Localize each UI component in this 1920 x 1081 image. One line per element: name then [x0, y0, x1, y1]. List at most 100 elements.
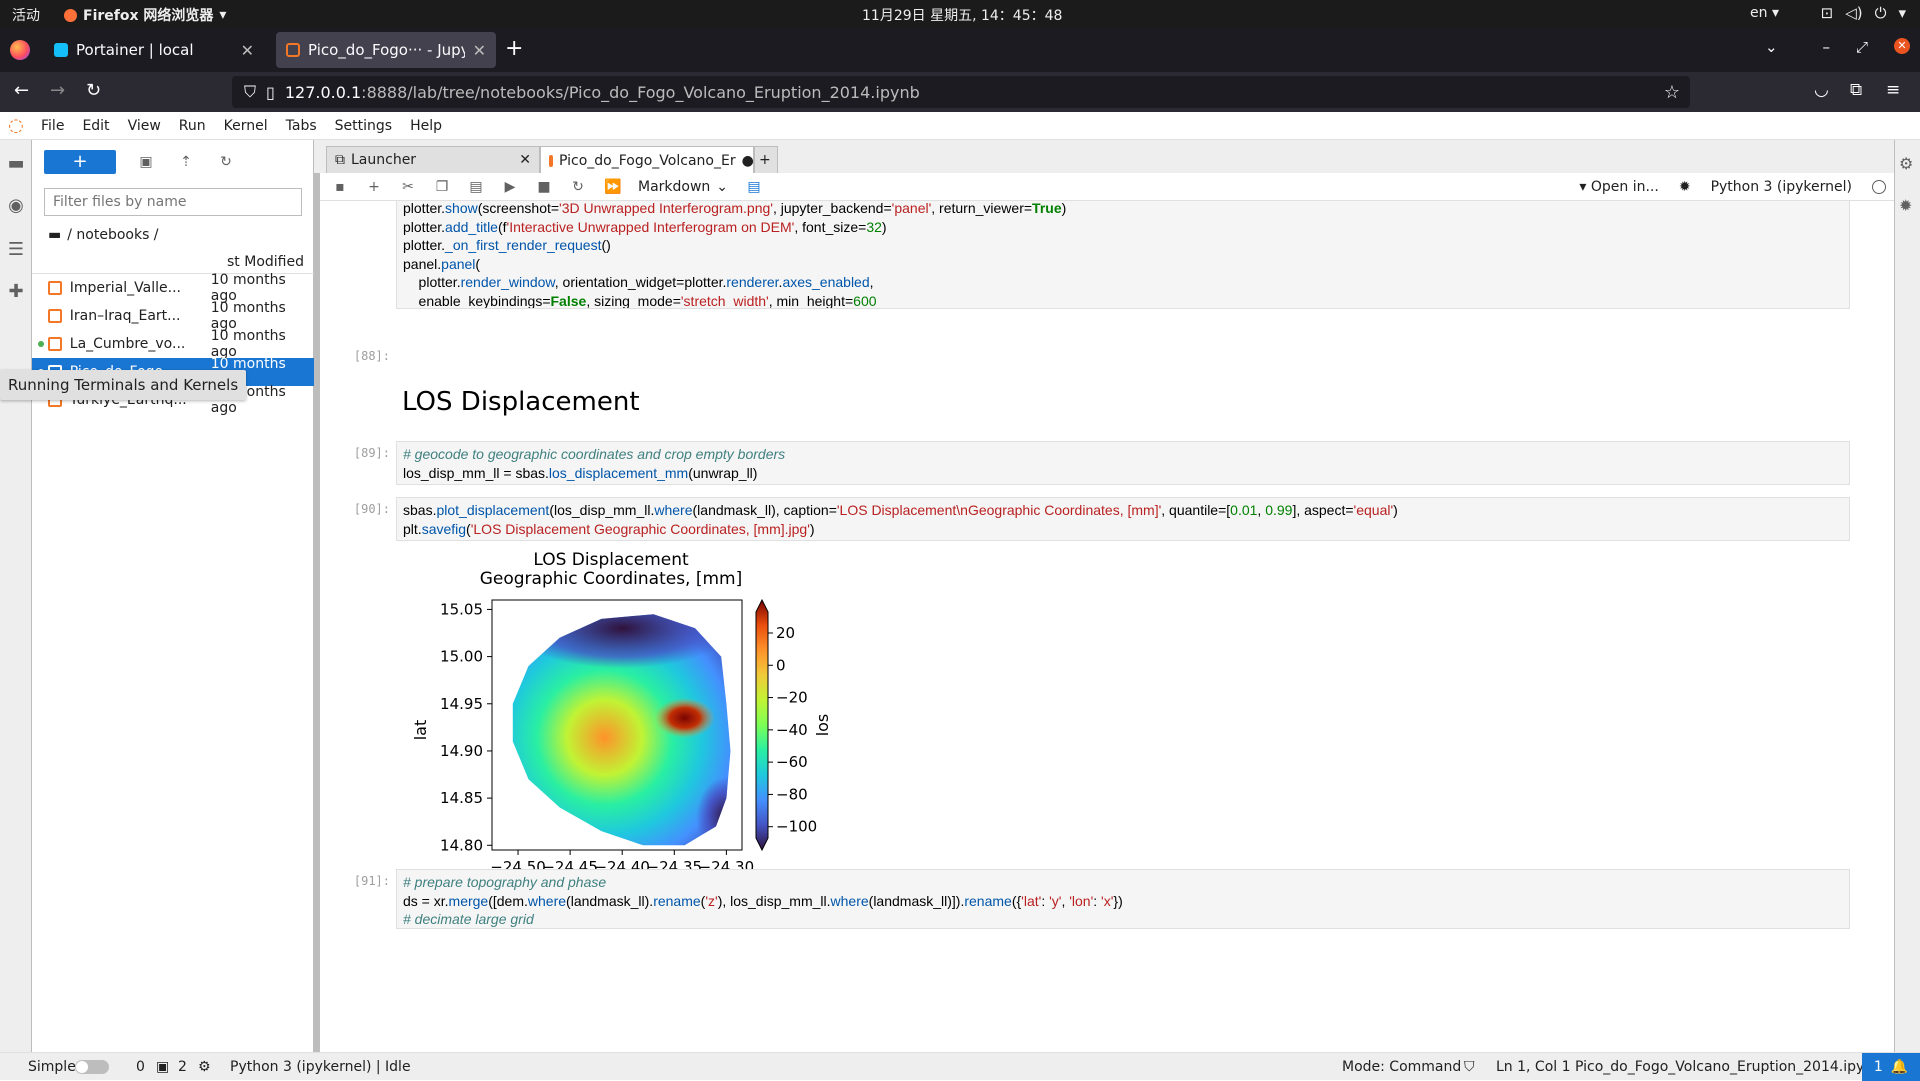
browser-tab-jupyter[interactable]: Pico_do_Fogo··· - Jupyt ✕	[276, 32, 496, 68]
menu-run[interactable]: Run	[170, 118, 215, 134]
unsaved-dot-icon[interactable]: ●	[742, 153, 754, 169]
breadcrumb-path[interactable]: / notebooks /	[67, 227, 158, 243]
markdown-heading[interactable]: LOS Displacement	[402, 387, 640, 417]
clock[interactable]: 11月29日 星期五, 14：45：48	[862, 5, 1062, 25]
tab-launcher[interactable]: ⧉ Launcher ✕	[326, 146, 540, 173]
pocket-icon[interactable]: ◡	[1814, 80, 1829, 100]
activities-button[interactable]: 活动	[12, 5, 40, 25]
file-row[interactable]: La_Cumbre_vo... 10 months ago	[32, 328, 314, 360]
property-inspector-icon[interactable]: ▤	[746, 179, 762, 195]
kernel-count[interactable]: 2	[178, 1059, 187, 1075]
extensions-icon[interactable]: ⧉	[1850, 80, 1862, 100]
notifications-button[interactable]: 1 🔔	[1862, 1053, 1920, 1081]
extension-puzzle-icon[interactable]: ✚	[6, 282, 26, 302]
cursor-position[interactable]: Ln 1, Col 1	[1496, 1059, 1571, 1075]
bookmark-star-icon[interactable]: ☆	[1664, 82, 1680, 103]
save-icon[interactable]: ▪	[332, 179, 348, 195]
menu-view[interactable]: View	[119, 118, 170, 134]
close-icon[interactable]: ✕	[519, 152, 531, 168]
property-inspector-gear-icon[interactable]: ⚙	[1899, 154, 1913, 173]
launcher-icon: ⧉	[335, 152, 345, 168]
code-input[interactable]: sbas.plot_displacement(los_disp_mm_ll.wh…	[396, 497, 1850, 541]
status-bar: Simple 0 ▣ 2 ⚙ Python 3 (ipykernel) | Id…	[0, 1052, 1920, 1081]
simple-mode-toggle[interactable]	[75, 1060, 109, 1074]
system-tray[interactable]: ⊡ ◁) ⏻ ▾	[1821, 4, 1906, 22]
close-window-icon[interactable]: ✕	[1894, 38, 1910, 54]
page-info-icon[interactable]: ▯	[266, 83, 275, 102]
kernel-status[interactable]: Python 3 (ipykernel) | Idle	[230, 1059, 411, 1075]
menu-edit[interactable]: Edit	[73, 118, 118, 134]
menu-bar: ◌ File Edit View Run Kernel Tabs Setting…	[0, 112, 1920, 140]
code-input[interactable]: # geocode to geographic coordinates and …	[396, 441, 1850, 485]
folder-icon[interactable]: ▬	[6, 154, 26, 174]
execution-count: [89]:	[353, 446, 390, 460]
menu-file[interactable]: File	[32, 118, 73, 134]
breadcrumb[interactable]: ▬ / notebooks /	[48, 227, 159, 243]
new-launcher-button[interactable]: +	[44, 150, 116, 174]
cell-type-select[interactable]: Markdown ⌄	[638, 179, 728, 195]
column-last-modified[interactable]: st Modified	[227, 254, 304, 270]
debugger-bug-icon[interactable]: ✹	[1679, 179, 1691, 195]
menu-kernel[interactable]: Kernel	[215, 118, 277, 134]
address-bar[interactable]: ⛉ ▯ 127.0.0.1:8888/lab/tree/notebooks/Pi…	[232, 76, 1690, 108]
forward-arrow-icon[interactable]: →	[50, 80, 65, 101]
browser-tab-portainer[interactable]: Portainer | local ✕	[44, 32, 264, 68]
colorbar-tick-label: −100	[776, 818, 817, 836]
y-tick-label: 14.80	[440, 836, 483, 854]
insert-cell-icon[interactable]: +	[366, 179, 382, 195]
stop-icon[interactable]: ■	[536, 179, 552, 195]
app-menu[interactable]: Firefox 网络浏览器 ▾	[64, 5, 226, 25]
shield-icon[interactable]: ⛉	[244, 82, 256, 102]
new-folder-icon[interactable]: ▣	[136, 154, 156, 170]
displacement-field	[512, 614, 731, 846]
file-list-header[interactable]: st Modified	[32, 252, 314, 274]
menu-settings[interactable]: Settings	[326, 118, 401, 134]
tab-label: Pico_do_Fogo··· - Jupyt	[308, 41, 465, 59]
running-kernels-icon[interactable]: ◉	[6, 196, 26, 216]
debugger-bug-icon[interactable]: ✹	[1899, 196, 1912, 215]
maximize-icon[interactable]: ⤢	[1856, 38, 1868, 56]
kernel-name[interactable]: Python 3 (ipykernel)	[1711, 179, 1852, 195]
run-icon[interactable]: ▶	[502, 179, 518, 195]
upload-icon[interactable]: ⇡	[176, 154, 196, 170]
refresh-icon[interactable]: ↻	[216, 154, 236, 170]
add-tab-button[interactable]: +	[754, 146, 778, 173]
colorbar-tick-label: −20	[776, 689, 808, 707]
notebook-cells[interactable]: plotter.show(screenshot='3D Unwrapped In…	[320, 201, 1894, 1052]
terminal-count[interactable]: 0	[136, 1059, 145, 1075]
bell-icon: 🔔	[1890, 1059, 1909, 1075]
browser-tab-strip: Portainer | local ✕ Pico_do_Fogo··· - Ju…	[0, 28, 1920, 72]
file-row[interactable]: Iran–Iraq_Eart... 10 months ago	[32, 300, 314, 332]
open-in-dropdown[interactable]: ▾ Open in...	[1579, 179, 1658, 195]
file-row[interactable]: Imperial_Valle... 10 months ago	[32, 272, 314, 304]
cut-icon[interactable]: ✂	[400, 179, 416, 195]
portainer-favicon-icon	[54, 43, 68, 57]
input-language[interactable]: en ▾	[1750, 5, 1779, 21]
new-tab-icon[interactable]: +	[505, 36, 523, 61]
reload-icon[interactable]: ↻	[86, 80, 101, 101]
list-all-tabs-icon[interactable]: ⌄	[1765, 38, 1778, 56]
close-icon[interactable]: ✕	[241, 41, 254, 60]
firefox-view-icon[interactable]	[10, 40, 30, 60]
execution-count: [90]:	[353, 502, 390, 516]
menu-help[interactable]: Help	[401, 118, 451, 134]
tab-notebook[interactable]: Pico_do_Fogo_Volcano_Er ●	[540, 146, 754, 174]
colorbar-tick-label: 20	[776, 624, 795, 642]
right-sidebar-tabs: ⚙ ✹	[1894, 140, 1920, 1052]
running-indicator	[38, 341, 44, 347]
hamburger-menu-icon[interactable]: ≡	[1886, 80, 1900, 100]
restart-icon[interactable]: ↻	[570, 179, 586, 195]
filter-files-input[interactable]: Filter files by name	[44, 188, 302, 216]
y-axis-label: lat	[411, 720, 430, 741]
code-input[interactable]: # prepare topography and phase ds = xr.m…	[396, 869, 1850, 929]
paste-icon[interactable]: ▤	[468, 179, 484, 195]
back-arrow-icon[interactable]: ←	[14, 80, 29, 101]
table-of-contents-icon[interactable]: ☰	[6, 240, 26, 260]
fast-forward-icon[interactable]: ⏩	[604, 179, 621, 195]
code-input[interactable]: plotter.show(screenshot='3D Unwrapped In…	[396, 201, 1850, 309]
menu-tabs[interactable]: Tabs	[277, 118, 326, 134]
copy-icon[interactable]: ❐	[434, 179, 450, 195]
minimize-icon[interactable]: –	[1822, 38, 1830, 56]
trust-shield-icon[interactable]: ⛉	[1464, 1059, 1475, 1075]
close-icon[interactable]: ✕	[473, 41, 486, 60]
